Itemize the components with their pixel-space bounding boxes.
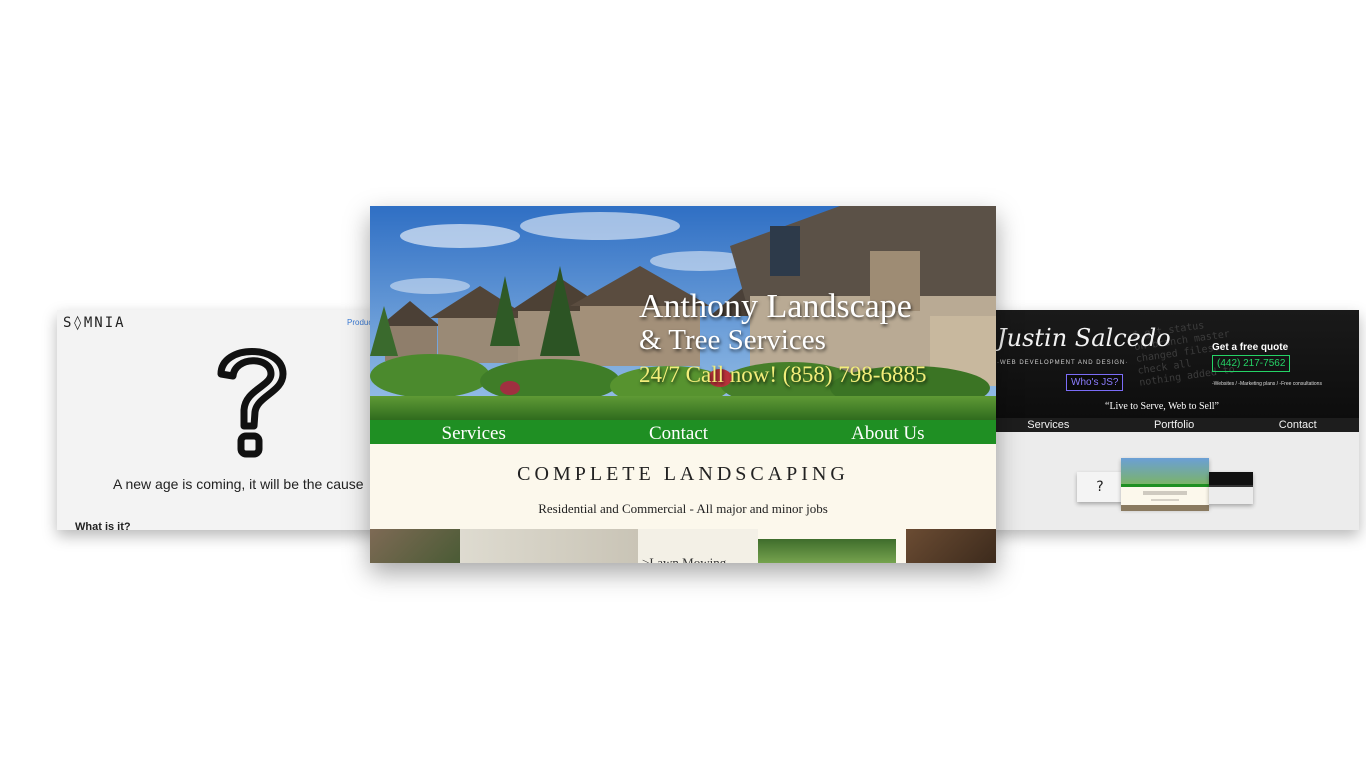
strip-image-1 [370, 529, 460, 563]
js-motto: “Live to Serve, Web to Sell” [1105, 401, 1219, 412]
js-nav-bar: Services Portfolio Contact [985, 418, 1359, 432]
strip-image-mower [758, 539, 896, 563]
hero-house-image: Anthony Landscape & Tree Services 24/7 C… [370, 206, 996, 420]
js-offers: -Websites / -Marketing plans / -Free con… [1212, 381, 1322, 387]
svg-text:?: ? [1096, 479, 1103, 495]
nav-contact[interactable]: Contact [649, 420, 708, 445]
js-signature: Justin Salcedo [997, 324, 1171, 352]
somnia-site-preview[interactable]: S◊MNIA Produc A new age is coming, it wi… [57, 310, 387, 530]
strip-image-4 [906, 529, 996, 563]
main-nav-bar: Services Contact About Us [370, 420, 996, 444]
somnia-subhead: What is it? [75, 521, 131, 530]
somnia-tagline: A new age is coming, it will be the caus… [113, 476, 364, 492]
js-nav-portfolio[interactable]: Portfolio [1154, 419, 1194, 431]
justin-salcedo-site-preview[interactable]: $ git status on branch master changed fi… [985, 310, 1359, 530]
whos-js-button[interactable]: Who's JS? [1066, 374, 1124, 391]
thumb-justin[interactable] [1209, 472, 1253, 504]
js-phone-button[interactable]: (442) 217-7562 [1212, 355, 1291, 372]
nav-about-us[interactable]: About Us [851, 420, 924, 445]
section-subtitle: Residential and Commercial - All major a… [538, 501, 828, 516]
strip-image-2 [460, 529, 638, 563]
js-hero: $ git status on branch master changed fi… [985, 310, 1359, 418]
anthony-landscape-site-preview[interactable]: Anthony Landscape & Tree Services 24/7 C… [370, 206, 996, 563]
js-nav-contact[interactable]: Contact [1279, 419, 1317, 431]
somnia-logo: S◊MNIA [63, 315, 126, 331]
js-quote-title: Get a free quote [1212, 342, 1289, 353]
somnia-nav-products[interactable]: Produc [347, 318, 372, 327]
section-title: COMPLETE LANDSCAPING [517, 463, 849, 485]
thumb-somnia[interactable]: ? [1077, 472, 1123, 502]
nav-services[interactable]: Services [442, 420, 506, 445]
portfolio-thumbnails: ? [1077, 458, 1257, 514]
service-label-lawn-mowing[interactable]: >Lawn Mowing [642, 555, 726, 563]
question-mark-icon [217, 348, 287, 458]
js-small-tagline: ·WEB DEVELOPMENT AND DESIGN· [997, 360, 1129, 366]
call-now-phone[interactable]: 24/7 Call now! (858) 798-6885 [639, 362, 926, 388]
js-nav-services[interactable]: Services [1027, 419, 1069, 431]
site-subtitle: & Tree Services [639, 324, 826, 356]
thumb-anthony[interactable] [1121, 458, 1209, 511]
site-title: Anthony Landscape [639, 288, 912, 325]
